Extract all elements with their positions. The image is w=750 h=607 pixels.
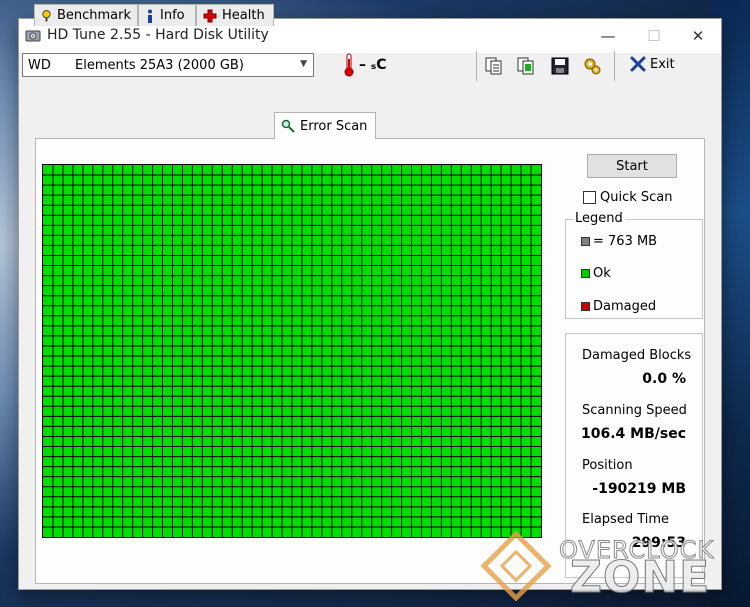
exit-label: Exit <box>650 56 675 72</box>
position-value: -190219 MB <box>592 481 686 497</box>
legend-title: Legend <box>573 211 625 226</box>
quick-scan-label: Quick Scan <box>600 190 673 205</box>
position-label: Position <box>582 458 633 473</box>
options-icon[interactable] <box>582 56 602 76</box>
toolbar-divider <box>614 51 615 81</box>
save-icon[interactable] <box>550 56 570 76</box>
health-icon <box>203 9 217 22</box>
elapsed-time-label: Elapsed Time <box>582 512 670 527</box>
legend-label: Damaged <box>593 299 657 314</box>
quick-scan-checkbox[interactable] <box>583 191 596 204</box>
tab-label: Health <box>222 8 265 23</box>
quick-scan-option[interactable]: Quick Scan <box>583 190 673 205</box>
drive-name: WD <box>28 58 51 73</box>
legend-label: Ok <box>593 266 611 281</box>
legend-item-ok: Ok <box>581 266 611 281</box>
temperature-value: – ₛC <box>359 57 387 73</box>
tab-health[interactable]: Health <box>196 4 274 26</box>
damaged-blocks-value: 0.0 % <box>642 371 686 387</box>
info-icon <box>148 9 152 23</box>
close-icon: ✕ <box>691 27 705 45</box>
close-button[interactable]: ✕ <box>675 19 721 53</box>
drive-model: Elements 25A3 (2000 GB) <box>75 58 244 73</box>
chevron-down-icon: ▼ <box>300 59 307 69</box>
window-title: HD Tune 2.55 - Hard Disk Utility <box>47 27 269 43</box>
copy-screen-icon[interactable] <box>516 56 536 76</box>
green-swatch <box>581 269 590 278</box>
scanning-speed-value: 106.4 MB/sec <box>581 426 686 442</box>
maximize-icon: ☐ <box>647 27 661 45</box>
drive-select[interactable]: WD Elements 25A3 (2000 GB) ▼ <box>22 53 314 77</box>
exit-icon <box>630 56 646 72</box>
tab-label: Benchmark <box>56 8 131 23</box>
legend-item-block-size: = 763 MB <box>581 234 657 249</box>
tab-info[interactable]: Info <box>138 4 196 26</box>
damaged-blocks-label: Damaged Blocks <box>582 348 692 363</box>
toolbar-divider <box>476 51 477 81</box>
tab-error-scan[interactable]: Error Scan <box>274 112 376 139</box>
minimize-icon: — <box>600 27 616 45</box>
maximize-button[interactable]: ☐ <box>631 19 677 53</box>
gray-swatch <box>581 237 590 246</box>
minimize-button[interactable]: — <box>585 19 631 53</box>
elapsed-time-value: 299:53 <box>631 535 686 551</box>
benchmark-icon <box>42 9 51 21</box>
tab-label: Error Scan <box>300 118 368 134</box>
copy-info-icon[interactable] <box>484 56 504 76</box>
red-swatch <box>581 302 590 311</box>
start-label: Start <box>616 158 648 174</box>
start-button[interactable]: Start <box>587 154 677 178</box>
temperature-display: – ₛC <box>343 53 386 77</box>
exit-button[interactable]: Exit <box>630 56 675 72</box>
tab-label: Info <box>160 8 185 23</box>
search-icon <box>281 119 295 133</box>
scanning-speed-label: Scanning Speed <box>582 403 687 418</box>
thermometer-icon <box>344 53 354 77</box>
legend-label: = 763 MB <box>593 234 658 249</box>
legend-item-damaged: Damaged <box>581 299 656 314</box>
block-map <box>42 164 542 538</box>
hdtune-app-icon <box>25 30 41 42</box>
block-grid <box>43 165 541 537</box>
tab-benchmark[interactable]: Benchmark <box>34 4 138 26</box>
